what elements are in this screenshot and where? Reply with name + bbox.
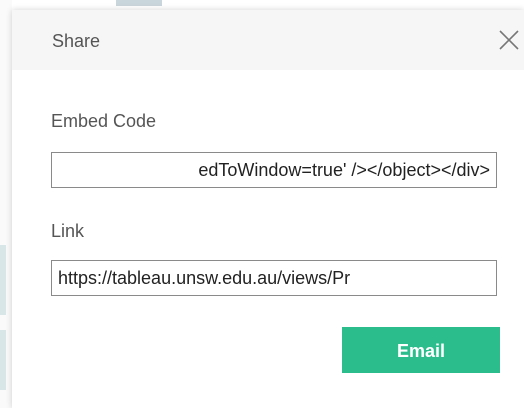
embed-code-value: edToWindow=true' /></object></div> bbox=[198, 160, 490, 180]
link-field[interactable]: https://tableau.unsw.edu.au/views/Pr bbox=[51, 260, 497, 296]
background-tab-fragment bbox=[116, 0, 162, 6]
background-fragment bbox=[0, 330, 6, 390]
share-dialog: Share Embed Code edToWindow=true' /></ob… bbox=[12, 10, 524, 408]
dialog-title: Share bbox=[52, 31, 101, 51]
background-fragment bbox=[0, 245, 6, 315]
embed-code-field[interactable]: edToWindow=true' /></object></div> bbox=[51, 152, 497, 188]
close-icon bbox=[499, 30, 519, 50]
embed-code-label: Embed Code bbox=[51, 111, 157, 131]
link-value: https://tableau.unsw.edu.au/views/Pr bbox=[58, 268, 351, 288]
email-button[interactable]: Email bbox=[342, 327, 500, 373]
close-button[interactable] bbox=[496, 27, 522, 53]
link-label: Link bbox=[51, 221, 85, 241]
dialog-header: Share bbox=[12, 10, 524, 70]
share-screen: Share Embed Code edToWindow=true' /></ob… bbox=[0, 0, 524, 408]
